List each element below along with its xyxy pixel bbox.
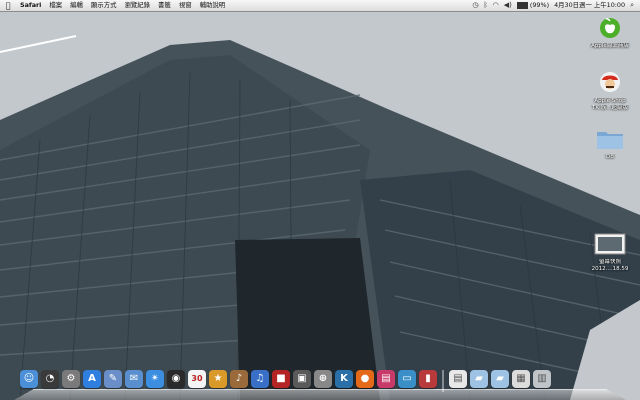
- dock-item-documents[interactable]: ▤: [449, 370, 467, 388]
- apple-store-icon: [600, 18, 620, 38]
- dock-item-bars[interactable]: ▮: [419, 370, 437, 388]
- clock[interactable]: 4月30日週一 上午10:00: [554, 0, 625, 11]
- books-icon: ▤: [381, 373, 391, 384]
- desktop-icon-label: 螢幕快照: [598, 259, 621, 265]
- wallpaper-building: [0, 0, 640, 400]
- desktop-icon-db-folder[interactable]: DB: [584, 128, 636, 161]
- wifi-icon[interactable]: ◠: [493, 0, 499, 11]
- battery-level-fill: [517, 3, 527, 8]
- desktop-icon-label: Apple線上商店: [591, 43, 629, 49]
- battery-status[interactable]: (99%): [516, 0, 550, 11]
- desktop-icon-apple-shop[interactable]: Apple Shop TK 族...超級版: [584, 70, 636, 112]
- calendar-icon: 30: [191, 374, 203, 383]
- stack-icon: ▦: [516, 373, 526, 384]
- folder-icon: [597, 132, 623, 149]
- time-machine-icon[interactable]: ◷: [472, 0, 478, 11]
- dock-item-trash[interactable]: ▥: [533, 370, 551, 388]
- menu-bar:  Safari 檔案 編輯 顯示方式 瀏覽紀錄 書籤 視窗 輔助說明 ◷ ᛒ …: [0, 0, 640, 12]
- dock-item-system-preferences[interactable]: ⚙: [62, 370, 80, 388]
- guitar-icon: ♪: [235, 373, 243, 384]
- monitor-icon: ▭: [402, 373, 412, 384]
- desktop-icon-screenshot[interactable]: 螢幕快照 2012....18.59: [584, 233, 636, 273]
- apple-logo-icon[interactable]: : [0, 0, 16, 11]
- dock-item-safari[interactable]: ✴: [146, 370, 164, 388]
- menu-edit[interactable]: 編輯: [66, 0, 87, 11]
- downloads-folder-icon: ▰: [496, 373, 504, 384]
- dock-item-app-store[interactable]: A: [83, 370, 101, 388]
- dock-separator: [442, 370, 444, 392]
- dock-items: ☺ ◔ ⚙ A ✎ ✉ ✴ ◉ 30 ★ ♪ ♫ ■ ▣ ⊕ K ● ▤ ▭ ▮ ▤ ▰ ▰ ▦ ▥: [20, 370, 551, 392]
- menu-safari[interactable]: Safari: [16, 0, 45, 11]
- dock-item-monitor[interactable]: ▭: [398, 370, 416, 388]
- photo-booth-icon: ■: [276, 373, 286, 384]
- facetime-icon: ◉: [171, 373, 181, 384]
- garageband-icon: ★: [213, 373, 223, 384]
- spotlight-search-icon[interactable]: ⌕: [630, 0, 634, 11]
- volume-icon[interactable]: ◀): [504, 0, 512, 11]
- dock-item-orb[interactable]: ●: [356, 370, 374, 388]
- dashboard-icon: ◔: [45, 373, 55, 384]
- dock-item-facetime[interactable]: ◉: [167, 370, 185, 388]
- system-preferences-icon: ⚙: [66, 373, 76, 384]
- finder-icon: ☺: [23, 373, 35, 384]
- dock-item-photo-booth[interactable]: ■: [272, 370, 290, 388]
- menu-window[interactable]: 視窗: [175, 0, 196, 11]
- menu-history[interactable]: 瀏覽紀錄: [120, 0, 154, 11]
- dock-item-dashboard[interactable]: ◔: [41, 370, 59, 388]
- trash-icon: ▥: [537, 373, 547, 384]
- menu-view[interactable]: 顯示方式: [87, 0, 121, 11]
- dock-item-mail[interactable]: ✉: [125, 370, 143, 388]
- desktop-icon-label: DB: [605, 154, 614, 160]
- desktop[interactable]:  Safari 檔案 編輯 顯示方式 瀏覽紀錄 書籤 視窗 輔助說明 ◷ ᛒ …: [0, 0, 640, 400]
- bars-icon: ▮: [425, 373, 431, 384]
- applications-folder-icon: ▰: [475, 373, 483, 384]
- dock-item-finder[interactable]: ☺: [20, 370, 38, 388]
- dock-item-preview[interactable]: ✎: [104, 370, 122, 388]
- kindle-icon: K: [340, 373, 348, 384]
- dock-item-guitar[interactable]: ♪: [230, 370, 248, 388]
- dock: ☺ ◔ ⚙ A ✎ ✉ ✴ ◉ 30 ★ ♪ ♫ ■ ▣ ⊕ K ● ▤ ▭ ▮ ▤ ▰ ▰ ▦ ▥: [14, 366, 626, 400]
- dock-item-garageband[interactable]: ★: [209, 370, 227, 388]
- preview-icon: ✎: [108, 373, 118, 384]
- mario-icon: [600, 72, 620, 92]
- iphoto-icon: ▣: [297, 373, 307, 384]
- desktop-icon-apple-store[interactable]: Apple線上商店: [584, 15, 636, 50]
- dock-item-itunes[interactable]: ♫: [251, 370, 269, 388]
- time-machine-icon: ⊕: [318, 373, 328, 384]
- mail-icon: ✉: [129, 373, 139, 384]
- menu-help[interactable]: 輔助說明: [196, 0, 230, 11]
- menu-bookmarks[interactable]: 書籤: [154, 0, 175, 11]
- menu-file[interactable]: 檔案: [45, 0, 66, 11]
- dock-item-time-machine[interactable]: ⊕: [314, 370, 332, 388]
- app-store-icon: A: [88, 373, 96, 384]
- dock-item-kindle[interactable]: K: [335, 370, 353, 388]
- dock-item-downloads-folder[interactable]: ▰: [491, 370, 509, 388]
- dock-item-iphoto[interactable]: ▣: [293, 370, 311, 388]
- itunes-icon: ♫: [255, 373, 265, 384]
- desktop-icon-label-line2: 2012....18.59: [591, 266, 629, 272]
- orb-icon: ●: [360, 373, 370, 384]
- bluetooth-icon[interactable]: ᛒ: [483, 0, 487, 11]
- battery-icon: [516, 2, 528, 9]
- screenshot-icon: [594, 233, 626, 255]
- dock-item-stack[interactable]: ▦: [512, 370, 530, 388]
- documents-icon: ▤: [453, 373, 463, 384]
- desktop-icon-label-line2: TK 族...超級版: [592, 105, 628, 111]
- dock-item-applications-folder[interactable]: ▰: [470, 370, 488, 388]
- dock-item-books[interactable]: ▤: [377, 370, 395, 388]
- safari-icon: ✴: [150, 373, 160, 384]
- battery-percent: (99%): [529, 1, 550, 9]
- desktop-icon-label: Apple Shop: [594, 98, 626, 104]
- dock-item-calendar[interactable]: 30: [188, 370, 206, 388]
